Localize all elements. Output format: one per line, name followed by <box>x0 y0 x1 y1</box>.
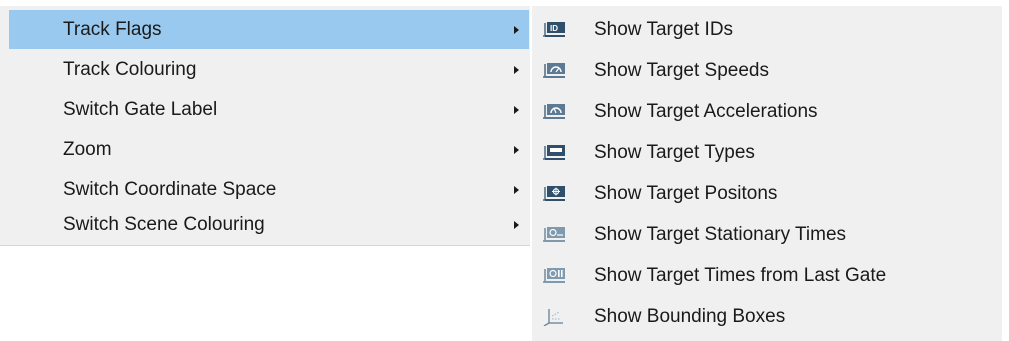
target-position-icon <box>543 186 565 201</box>
target-acceleration-icon <box>543 104 565 119</box>
submenu-arrow-icon <box>514 185 519 194</box>
submenu-item-label: Show Target Speeds <box>594 60 769 81</box>
svg-text:ID: ID <box>550 24 558 33</box>
submenu-item-show-target-ids[interactable]: ID Show Target IDs <box>532 12 1002 53</box>
submenu-item-show-target-speeds[interactable]: Show Target Speeds <box>532 53 1002 94</box>
menu-item-track-colouring[interactable]: Track Colouring <box>9 50 529 89</box>
submenu-arrow-icon <box>514 105 519 114</box>
menu-item-track-flags[interactable]: Track Flags <box>9 10 529 49</box>
target-speed-icon <box>543 63 565 78</box>
submenu-item-show-target-accelerations[interactable]: Show Target Accelerations <box>532 94 1002 135</box>
bounding-box-icon <box>543 309 563 326</box>
menu-item-switch-scene-colouring[interactable]: Switch Scene Colouring <box>9 205 529 244</box>
submenu-item-show-bounding-boxes[interactable]: Show Bounding Boxes <box>532 299 1002 340</box>
submenu-item-label: Show Target Types <box>594 142 755 163</box>
submenu-item-show-target-positons[interactable]: Show Target Positons <box>532 176 1002 217</box>
menu-item-label: Zoom <box>63 138 112 160</box>
target-type-icon <box>543 145 565 160</box>
menu-item-zoom[interactable]: Zoom <box>9 130 529 169</box>
submenu-item-label: Show Bounding Boxes <box>594 306 786 327</box>
menu-item-label: Switch Gate Label <box>63 98 218 120</box>
submenu-item-show-target-times-from-last-gate[interactable]: Show Target Times from Last Gate <box>532 258 1002 299</box>
submenu-arrow-icon <box>514 25 519 34</box>
submenu-item-label: Show Target Positons <box>594 183 778 204</box>
menu-item-label: Track Colouring <box>63 58 197 80</box>
context-menu: Track Flags Track Colouring Switch Gate … <box>0 6 530 246</box>
target-id-icon: ID <box>543 22 565 37</box>
target-stationary-time-icon <box>543 227 565 242</box>
submenu-item-label: Show Target IDs <box>594 19 734 40</box>
target-time-last-gate-icon <box>543 268 565 283</box>
submenu-item-show-target-stationary-times[interactable]: Show Target Stationary Times <box>532 217 1002 258</box>
menu-item-label: Switch Scene Colouring <box>63 213 265 235</box>
menu-item-switch-coordinate-space[interactable]: Switch Coordinate Space <box>9 170 529 209</box>
menu-item-label: Switch Coordinate Space <box>63 178 277 200</box>
track-flags-submenu: ID Show Target IDs Show Target Speeds Sh… <box>532 6 1002 341</box>
submenu-item-label: Show Target Stationary Times <box>594 224 847 245</box>
submenu-item-label: Show Target Times from Last Gate <box>594 265 887 286</box>
menu-item-label: Track Flags <box>63 18 162 40</box>
submenu-arrow-icon <box>514 220 519 229</box>
submenu-item-label: Show Target Accelerations <box>594 101 818 122</box>
submenu-arrow-icon <box>514 145 519 154</box>
submenu-item-show-target-types[interactable]: Show Target Types <box>532 135 1002 176</box>
submenu-arrow-icon <box>514 65 519 74</box>
menu-item-switch-gate-label[interactable]: Switch Gate Label <box>9 90 529 129</box>
